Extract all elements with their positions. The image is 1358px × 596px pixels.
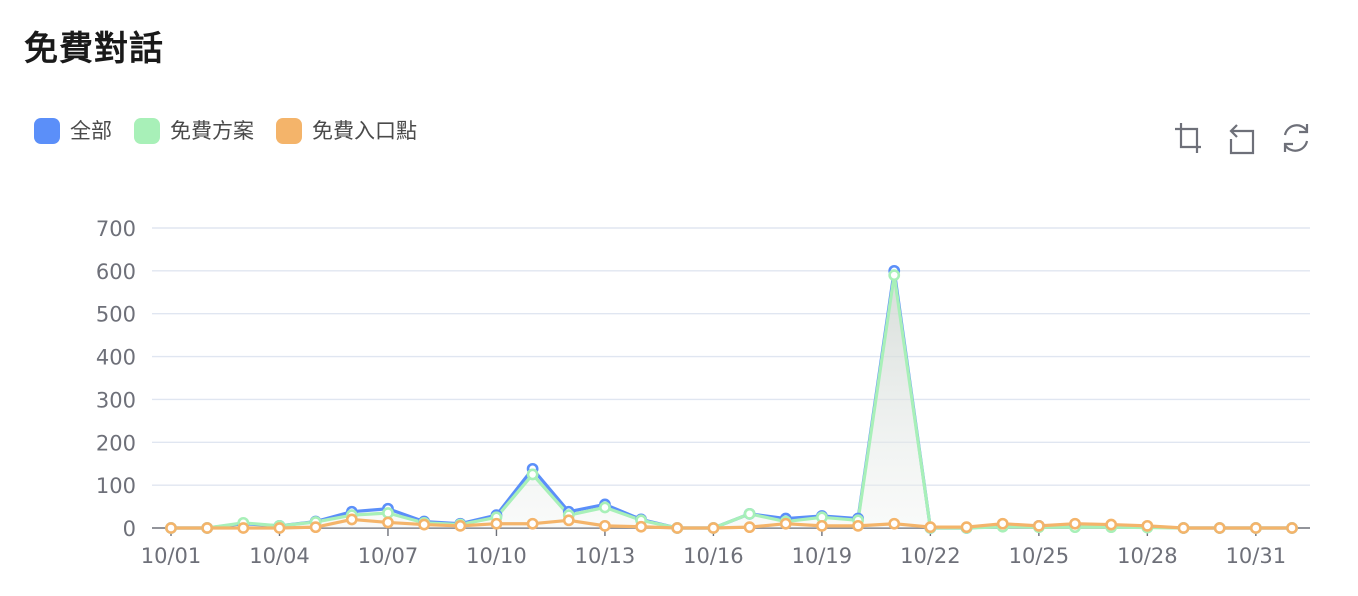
series-free-entry-point bbox=[816, 519, 828, 532]
series-free-entry-point bbox=[1213, 522, 1226, 534]
x-tick-label: 10/10 bbox=[466, 544, 527, 568]
series-free-entry-point bbox=[1141, 519, 1154, 532]
y-tick-label: 200 bbox=[96, 431, 136, 455]
y-tick-label: 600 bbox=[96, 260, 136, 284]
series-free-entry-point bbox=[309, 521, 322, 534]
x-tick-label: 10/28 bbox=[1117, 544, 1178, 568]
series-free-entry-point bbox=[924, 521, 937, 534]
series-free-entry-point bbox=[852, 519, 864, 532]
series-free-entry-point bbox=[1177, 522, 1190, 534]
series-free-entry-point bbox=[996, 517, 1009, 530]
series-free-entry-point bbox=[1105, 518, 1118, 531]
x-tick-label: 10/22 bbox=[900, 544, 961, 568]
series-free-plan-point bbox=[743, 507, 756, 520]
series-free-entry-point bbox=[707, 522, 720, 534]
series-free-entry-point bbox=[526, 517, 539, 530]
series-free-entry-point bbox=[201, 522, 214, 534]
series-free-plan-point bbox=[888, 269, 901, 282]
series-free-entry-point bbox=[454, 519, 467, 532]
y-tick-label: 100 bbox=[96, 474, 136, 498]
series-free-entry-point bbox=[1249, 522, 1262, 534]
x-tick-label: 10/04 bbox=[249, 544, 310, 568]
x-tick-label: 10/16 bbox=[683, 544, 744, 568]
grid-lines bbox=[152, 227, 1310, 529]
series-free-entry-point bbox=[1286, 522, 1298, 534]
y-tick-label: 400 bbox=[96, 346, 136, 370]
y-axis-ticks: 0 100 200 300 400 500 600 700 bbox=[96, 217, 136, 541]
x-tick-label: 10/25 bbox=[1009, 544, 1070, 568]
series-free-entry-point bbox=[888, 517, 901, 530]
y-tick-label: 0 bbox=[123, 517, 136, 541]
series-free-entry-point bbox=[562, 514, 575, 527]
series-free-entry-point bbox=[418, 518, 431, 531]
line-chart: 0100200300400500600700 10/01 10/04 10/07 10… bbox=[96, 217, 1310, 568]
x-tick-label: 10/13 bbox=[575, 544, 636, 568]
series-free-entry-point bbox=[345, 513, 358, 526]
chart-area: 0 100 200 300 400 500 600 700 10/01 10/04 10/07 10… bbox=[0, 0, 1358, 596]
series-free-entry-point bbox=[599, 519, 611, 532]
y-tick-label: 300 bbox=[96, 388, 136, 412]
series-free-entry-point bbox=[273, 522, 286, 534]
x-tick-label: 10/01 bbox=[141, 544, 202, 568]
series-free-entry-point bbox=[779, 517, 792, 530]
series-free-entry-point bbox=[1069, 517, 1081, 530]
series-free-entry-point bbox=[237, 522, 250, 534]
series-free-plan-point bbox=[599, 501, 611, 514]
x-axis-ticks: 10/01 10/04 10/07 10/10 10/13 10/16 10/19 10/22… bbox=[141, 528, 1286, 568]
series-free-entry-point bbox=[671, 522, 684, 534]
y-tick-label: 700 bbox=[96, 217, 136, 241]
series-free-entry-point bbox=[165, 522, 177, 534]
x-tick-label: 10/07 bbox=[358, 544, 419, 568]
series-free-entry-point bbox=[960, 521, 973, 534]
x-tick-label: 10/31 bbox=[1226, 544, 1287, 568]
y-tick-label: 500 bbox=[96, 303, 136, 327]
series-free-entry-point bbox=[382, 516, 394, 529]
series-free-entry-point bbox=[1032, 519, 1045, 532]
series-free-entry-point bbox=[743, 521, 756, 534]
series-free-entry-point bbox=[635, 520, 647, 533]
series-free-entry-point bbox=[490, 517, 503, 530]
series-free-plan-point bbox=[526, 468, 539, 481]
series-free-plan-point bbox=[382, 507, 394, 519]
x-tick-label: 10/19 bbox=[792, 544, 853, 568]
